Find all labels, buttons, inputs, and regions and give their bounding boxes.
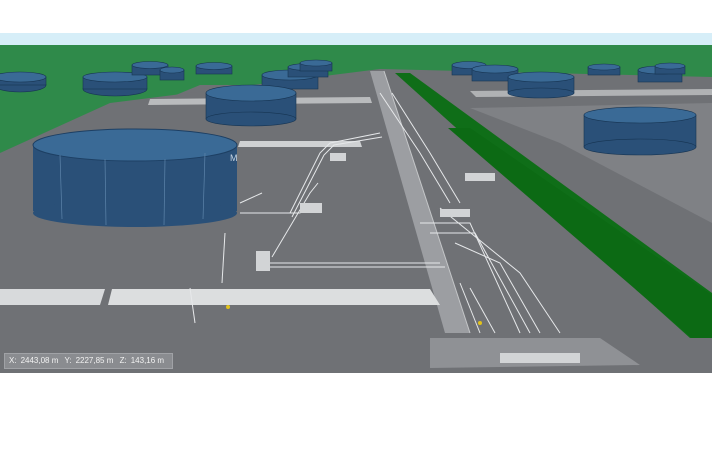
z-label: Z: [119, 356, 127, 365]
slab-center [108, 289, 440, 305]
slab-top [238, 141, 362, 147]
tank-label: M [230, 153, 238, 163]
3d-viewport[interactable]: M X: 2443,08 m Y: 2227,85 m Z: 143,16 m [0, 33, 712, 373]
sky [0, 33, 712, 45]
main-storage-tank[interactable]: M [32, 128, 238, 227]
plant-scene[interactable]: M [0, 33, 712, 373]
x-label: X: [9, 356, 17, 365]
slab-left [0, 289, 105, 305]
x-value: 2443,08 m [20, 356, 59, 365]
coordinate-readout: X: 2443,08 m Y: 2227,85 m Z: 143,16 m [4, 353, 174, 369]
y-value: 2227,85 m [75, 356, 114, 365]
y-label: Y: [64, 356, 72, 365]
z-value: 143,16 m [130, 356, 165, 365]
